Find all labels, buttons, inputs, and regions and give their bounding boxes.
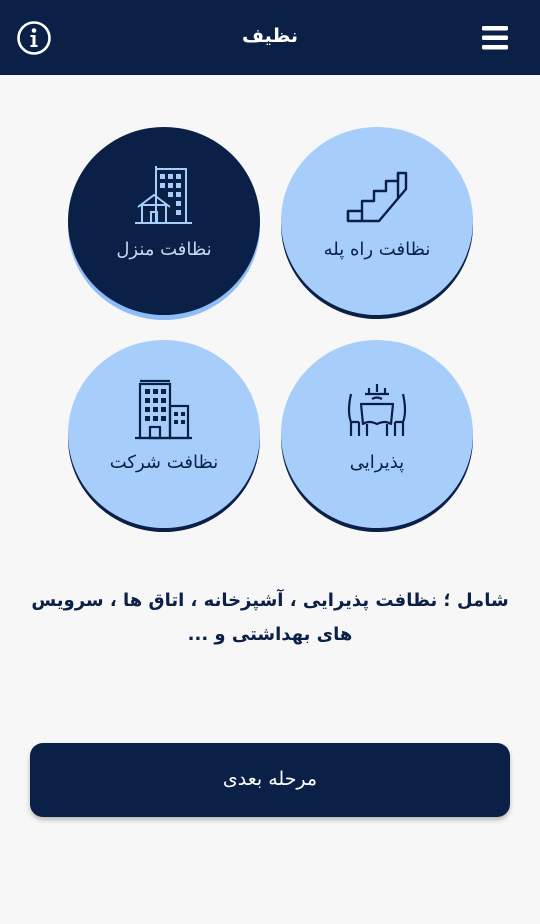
- service-label: نظافت منزل: [116, 239, 212, 260]
- app-title: نظیف: [241, 25, 299, 47]
- service-reception[interactable]: پذیرایی: [281, 340, 473, 532]
- service-office-cleaning[interactable]: نظافت شرکت: [68, 340, 260, 532]
- service-home-cleaning[interactable]: نظافت منزل: [68, 127, 260, 320]
- hamburger-menu-icon[interactable]: [480, 24, 510, 52]
- service-stair-cleaning[interactable]: نظافت راه پله: [281, 127, 473, 319]
- home-building-icon: [134, 165, 194, 231]
- next-step-button[interactable]: مرحله بعدی: [30, 743, 510, 817]
- stairs-icon: [345, 169, 409, 231]
- office-building-icon: [134, 378, 194, 446]
- service-label: پذیرایی: [349, 452, 405, 473]
- service-description: شامل ؛ نظافت پذیرایی ، آشپزخانه ، اتاق ه…: [31, 590, 509, 645]
- service-label: نظافت شرکت: [109, 452, 219, 473]
- dining-table-icon: [345, 382, 409, 444]
- app-bar: نظیف: [0, 0, 540, 75]
- service-label: نظافت راه پله: [323, 239, 431, 260]
